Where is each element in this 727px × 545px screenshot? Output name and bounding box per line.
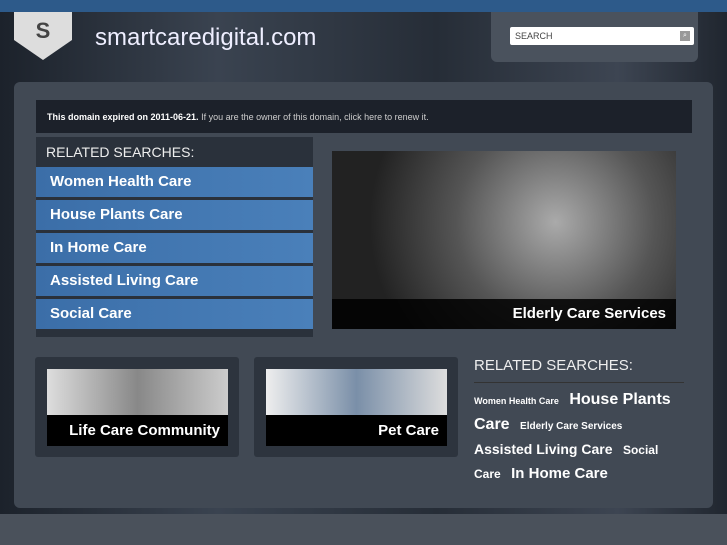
logo[interactable]: S [14,12,72,60]
related-searches-cloud: RELATED SEARCHES: Women Health Care Hous… [474,357,684,486]
card-caption[interactable]: Life Care Community [47,415,228,446]
photos-image [266,369,447,415]
search-icon[interactable]: ⌕ [680,31,690,41]
card-life-care[interactable]: Life Care Community [35,357,239,457]
related-searches-title: RELATED SEARCHES: [46,144,195,160]
site-title: smartcaredigital.com [95,24,317,51]
tag-link[interactable]: Women Health Care [474,396,559,406]
related-link[interactable]: Social Care [36,299,313,329]
hero-caption[interactable]: Elderly Care Services [332,299,676,329]
top-bar [0,0,727,12]
card-pet-care[interactable]: Pet Care [254,357,458,457]
tag-link[interactable]: Assisted Living Care [474,441,613,457]
related-searches-list: RELATED SEARCHES: Women Health Care Hous… [36,137,313,337]
camera-image [47,369,228,415]
svg-text:S: S [36,18,51,43]
related-link[interactable]: Women Health Care [36,167,313,197]
hero-camera-image[interactable]: Elderly Care Services [332,151,676,329]
related-searches-title: RELATED SEARCHES: [474,357,684,383]
tag-link[interactable]: Elderly Care Services [520,421,622,432]
card-caption[interactable]: Pet Care [266,415,447,446]
related-link[interactable]: House Plants Care [36,200,313,230]
related-link[interactable]: In Home Care [36,233,313,263]
footer [0,514,727,545]
search-input[interactable]: SEARCH ⌕ [510,27,694,45]
related-link[interactable]: Assisted Living Care [36,266,313,296]
expiry-notice[interactable]: This domain expired on 2011-06-21. If yo… [36,100,692,133]
tag-link[interactable]: In Home Care [511,465,608,482]
